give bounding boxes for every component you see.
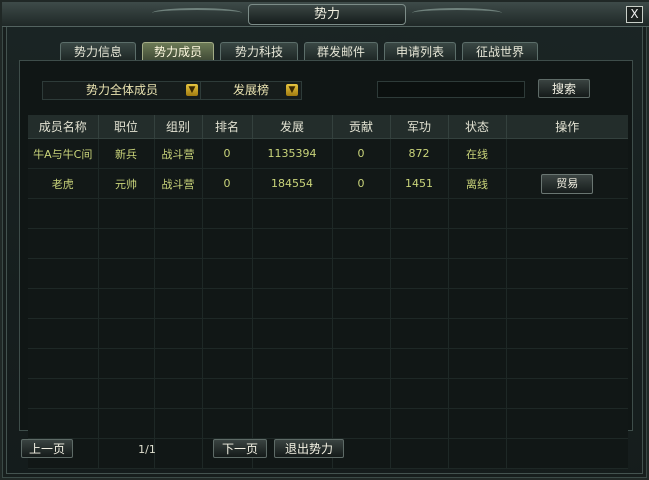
member-scope-value: 势力全体成员 [85,83,158,97]
tab-applications[interactable]: 申请列表 [384,42,456,62]
column-header-merit[interactable]: 军功 [390,115,449,139]
member-action-cell: 贸易 [506,168,628,199]
column-header-action: 操作 [506,115,628,139]
member-position: 元帅 [98,168,155,199]
window-title: 势力 [248,4,406,25]
tab-mass-mail[interactable]: 群发邮件 [304,42,378,62]
member-action-cell [506,138,628,169]
table-row-empty [28,258,628,289]
column-header-name[interactable]: 成员名称 [28,115,99,139]
members-table: 成员名称 职位 组别 排名 发展 贡献 军功 状态 操作 牛A与牛C间 新兵 战… [28,115,628,469]
prev-page-button[interactable]: 上一页 [21,439,73,458]
dropdown-arrow-icon: ▼ [186,84,198,96]
ranking-dropdown[interactable]: 发展榜 ▼ [200,81,302,100]
member-contribution: 0 [332,168,391,199]
tab-faction-members[interactable]: 势力成员 [142,42,214,62]
member-merit: 1451 [390,168,449,199]
member-name: 牛A与牛C间 [28,138,99,169]
leave-faction-button[interactable]: 退出势力 [274,439,344,458]
column-header-position[interactable]: 职位 [98,115,155,139]
faction-window: 势力 X 势力信息 势力成员 势力科技 群发邮件 申请列表 征战世界 势力全体成… [0,0,649,480]
member-merit: 872 [390,138,449,169]
dropdown-arrow-icon: ▼ [286,84,298,96]
member-status: 离线 [448,168,507,199]
title-bar[interactable]: 势力 [2,2,649,27]
member-contribution: 0 [332,138,391,169]
left-cloud-ornament-icon [152,8,242,18]
table-row-empty [28,288,628,319]
next-page-button[interactable]: 下一页 [213,439,267,458]
table-row-empty [28,228,628,259]
search-input[interactable] [377,81,525,98]
table-row-empty [28,408,628,439]
table-row[interactable]: 牛A与牛C间 新兵 战斗营 0 1135394 0 872 在线 [28,138,628,169]
column-header-rank[interactable]: 排名 [202,115,253,139]
member-group: 战斗营 [154,138,203,169]
tab-faction-info[interactable]: 势力信息 [60,42,136,62]
tab-faction-tech[interactable]: 势力科技 [220,42,298,62]
column-header-development[interactable]: 发展 [252,115,333,139]
close-button[interactable]: X [626,6,643,23]
tab-conquer-world[interactable]: 征战世界 [462,42,538,62]
member-rank: 0 [202,138,253,169]
member-status: 在线 [448,138,507,169]
right-cloud-ornament-icon [412,8,502,18]
trade-button[interactable]: 贸易 [541,173,594,194]
member-development: 1135394 [252,138,333,169]
table-row-empty [28,318,628,349]
column-header-status[interactable]: 状态 [448,115,507,139]
column-header-contribution[interactable]: 贡献 [332,115,391,139]
member-rank: 0 [202,168,253,199]
table-row[interactable]: 老虎 元帅 战斗营 0 184554 0 1451 离线 贸易 [28,168,628,199]
table-row-empty [28,348,628,379]
table-header-row: 成员名称 职位 组别 排名 发展 贡献 军功 状态 操作 [28,115,628,139]
member-group: 战斗营 [154,168,203,199]
table-row-empty [28,198,628,229]
table-row-empty [28,378,628,409]
page-indicator: 1/1 [138,443,156,456]
member-scope-dropdown[interactable]: 势力全体成员 ▼ [42,81,202,100]
member-name: 老虎 [28,168,99,199]
search-button[interactable]: 搜索 [538,79,590,98]
member-development: 184554 [252,168,333,199]
column-header-group[interactable]: 组别 [154,115,203,139]
ranking-value: 发展榜 [232,83,269,97]
member-position: 新兵 [98,138,155,169]
